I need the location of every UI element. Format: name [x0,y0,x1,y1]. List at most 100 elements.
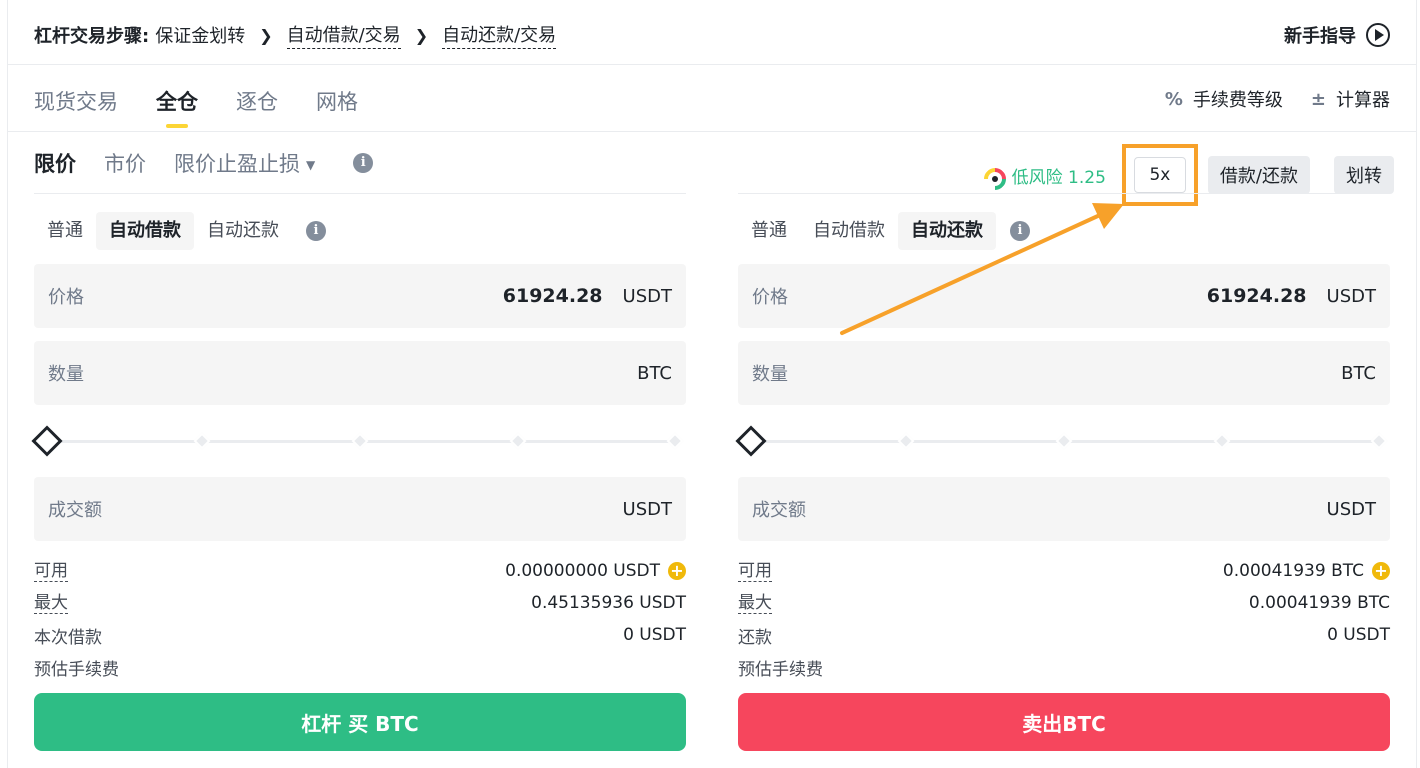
slider-step[interactable] [1055,432,1073,450]
price-value: 61924.28 [502,285,603,307]
buy-panel: 普通 自动借款 自动还款 i 价格 61924.28 USDT 数量 BTC 成… [31,193,686,751]
available-value: 0.00041939 BTC [1222,561,1364,581]
subtab-auto-repay[interactable]: 自动还款 [194,212,292,250]
fee-level-button[interactable]: % 手续费等级 [1165,86,1283,112]
subtab-normal[interactable]: 普通 [34,212,96,250]
risk-text: 低风险 1.25 [1011,167,1106,188]
amount-input[interactable]: 数量 BTC [738,341,1390,405]
divider [8,64,1416,65]
price-unit: USDT [1326,285,1376,307]
fee-label: 预估手续费 [738,659,823,680]
repay-row: 还款 0 USDT [738,619,1390,651]
info-icon[interactable]: i [306,221,326,241]
total-input[interactable]: 成交额 USDT [34,477,686,541]
guide-label: 新手指导 [1284,26,1356,47]
amount-label: 数量 [752,364,788,385]
total-unit: USDT [1326,498,1376,520]
slider-step[interactable] [897,432,915,450]
repay-mode-tabs: 普通 自动借款 自动还款 i [738,212,1390,250]
sell-panel: 普通 自动借款 自动还款 i 价格 61924.28 USDT 数量 BTC 成… [735,193,1390,751]
leverage-button[interactable]: 5x [1133,157,1186,193]
slider-handle[interactable] [31,425,63,457]
tab-spot[interactable]: 现货交易 [34,86,118,122]
step-auto-borrow-link[interactable]: 自动借款/交易 [286,21,401,49]
divider [34,193,686,194]
borrow-label: 本次借款 [34,627,102,648]
order-type-market[interactable]: 市价 [104,148,146,178]
max-label: 最大 [738,592,772,614]
tab-grid[interactable]: 网格 [316,86,358,122]
amount-slider[interactable] [735,425,1390,457]
subtab-auto-borrow[interactable]: 自动借款 [800,212,898,250]
calculator-label: 计算器 [1336,90,1390,111]
borrow-repay-button[interactable]: 借款/还款 [1207,156,1310,194]
slider-step[interactable] [666,432,684,450]
price-label: 价格 [752,287,788,308]
fee-level-label: 手续费等级 [1192,90,1283,111]
sell-btc-button[interactable]: 卖出BTC [738,693,1390,751]
borrow-value: 0 USDT [623,625,686,645]
risk-indicator[interactable]: 低风险 1.25 [979,163,1106,195]
divider [8,131,1416,132]
available-label: 可用 [34,560,68,582]
price-unit: USDT [622,285,672,307]
amount-input[interactable]: 数量 BTC [34,341,686,405]
borrow-row: 本次借款 0 USDT [34,619,686,651]
price-input[interactable]: 价格 61924.28 USDT [738,264,1390,328]
info-icon[interactable]: i [353,153,374,173]
calculator-button[interactable]: ± 计算器 [1311,86,1390,112]
available-row: 可用 0.00041939 BTC + [738,555,1390,587]
step-auto-repay-link[interactable]: 自动还款/交易 [442,21,557,49]
chevron-right-icon: ❯ [414,25,429,45]
caret-down-icon: ▼ [306,158,316,172]
max-row: 最大 0.45135936 USDT [34,587,686,619]
subtab-auto-borrow[interactable]: 自动借款 [96,212,194,250]
gauge-icon [979,163,1011,195]
subtab-auto-repay[interactable]: 自动还款 [898,212,996,250]
buy-btc-button[interactable]: 杠杆 买 BTC [34,693,686,751]
total-input[interactable]: 成交额 USDT [738,477,1390,541]
slider-step[interactable] [1370,432,1388,450]
price-value: 61924.28 [1206,285,1307,307]
calculator-icon: ± [1310,88,1326,110]
slider-step[interactable] [351,432,369,450]
slider-step[interactable] [1213,432,1231,450]
slider-step[interactable] [509,432,527,450]
total-label: 成交额 [752,500,806,521]
amount-slider[interactable] [31,425,686,457]
percent-icon: % [1164,88,1183,110]
max-row: 最大 0.00041939 BTC [738,587,1390,619]
price-label: 价格 [48,287,84,308]
step-margin-transfer: 保证金划转 [155,26,246,47]
price-input[interactable]: 价格 61924.28 USDT [34,264,686,328]
fee-row: 预估手续费 [34,651,686,683]
order-type-stop-limit[interactable]: 限价止盈止损 ▼ [174,148,315,178]
add-funds-icon[interactable]: + [1372,562,1390,580]
slider-step[interactable] [193,432,211,450]
transfer-button[interactable]: 划转 [1334,156,1394,194]
max-value: 0.45135936 USDT [531,593,686,613]
chevron-right-icon: ❯ [259,25,273,45]
available-label: 可用 [738,560,772,582]
tab-isolated[interactable]: 逐仓 [236,86,278,122]
trade-mode-tabs: 现货交易 全仓 逐仓 网格 [34,86,358,128]
info-icon[interactable]: i [1010,221,1030,241]
fee-label: 预估手续费 [34,659,119,680]
steps-label: 杠杆交易步骤: [34,26,150,47]
play-icon [1366,23,1390,47]
slider-handle[interactable] [735,425,767,457]
amount-label: 数量 [48,364,84,385]
balance-info: 可用 0.00041939 BTC + 最大 0.00041939 BTC 还款 … [738,555,1390,683]
available-row: 可用 0.00000000 USDT + [34,555,686,587]
order-type-tabs: 限价 市价 限价止盈止损 ▼ i [34,148,374,178]
subtab-normal[interactable]: 普通 [738,212,800,250]
repay-label: 还款 [738,627,772,648]
breadcrumb: 杠杆交易步骤: 保证金划转 ❯ 自动借款/交易 ❯ 自动还款/交易 [34,20,557,50]
stop-limit-label: 限价止盈止损 [174,152,300,176]
tab-cross[interactable]: 全仓 [156,86,198,128]
borrow-mode-tabs: 普通 自动借款 自动还款 i [34,212,686,250]
beginner-guide-button[interactable]: 新手指导 [1284,20,1390,50]
add-funds-icon[interactable]: + [668,562,686,580]
toolbar-right: % 手续费等级 ± 计算器 [1165,86,1390,112]
order-type-limit[interactable]: 限价 [34,148,76,178]
